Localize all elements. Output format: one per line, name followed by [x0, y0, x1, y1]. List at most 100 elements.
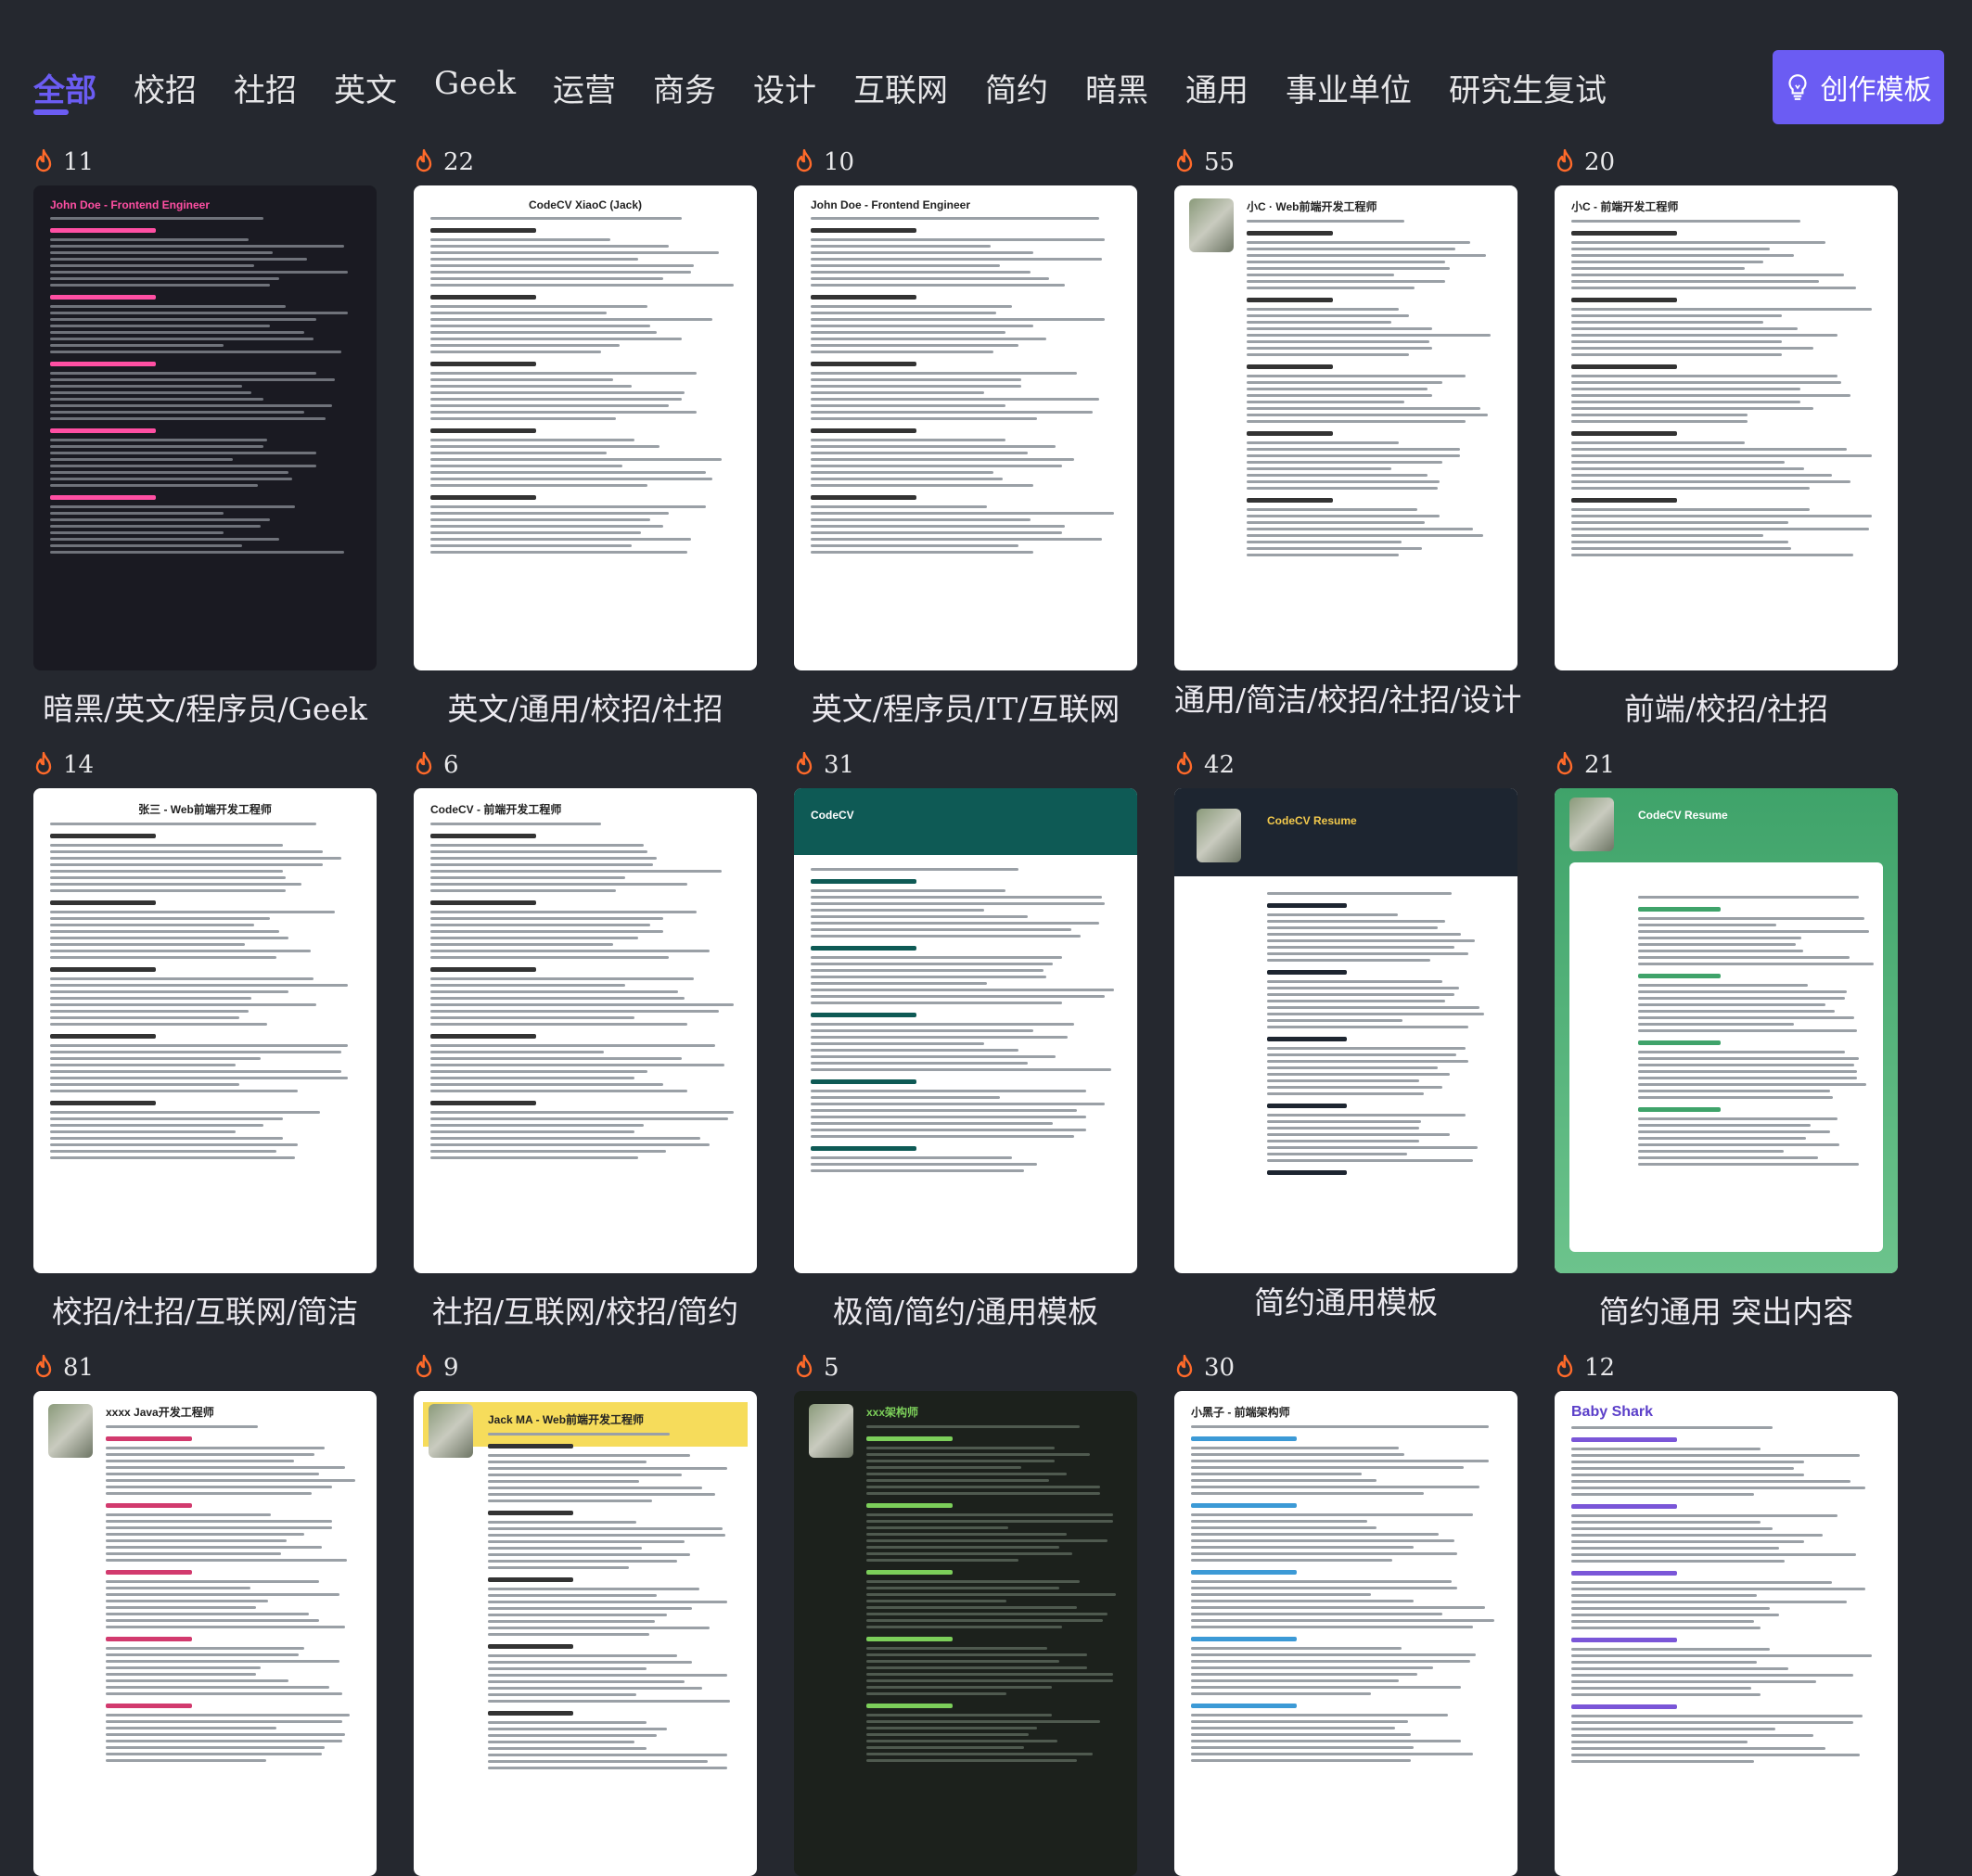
heat-count: 30 — [1204, 1354, 1236, 1382]
template-thumbnail[interactable]: John Doe - Frontend Engineer — [794, 185, 1137, 670]
template-thumbnail[interactable]: CodeCV Resume — [1174, 788, 1517, 1273]
template-card[interactable]: 9 Jack MA - Web前端开发工程师 — [414, 1354, 757, 1876]
template-thumbnail[interactable]: CodeCV — [794, 788, 1137, 1273]
tab-dark[interactable]: 暗黑 — [1085, 57, 1148, 115]
template-thumbnail[interactable]: CodeCV - 前端开发工程师 — [414, 788, 757, 1273]
template-card[interactable]: 20 小C - 前端开发工程师 前端/校招/社招 — [1555, 148, 1898, 733]
template-card[interactable]: 81 xxxx Java开发工程师 — [33, 1354, 377, 1876]
template-card[interactable]: 30 小黑子 - 前端架构师 — [1174, 1354, 1517, 1876]
heat-count: 81 — [63, 1354, 95, 1382]
template-card[interactable]: 21 CodeCV Resume 简约通用 突出内容 — [1555, 751, 1898, 1335]
template-tags-caption: 英文/程序员/IT/互联网 — [811, 691, 1120, 727]
tab-general[interactable]: 通用 — [1185, 57, 1249, 115]
heat-count: 21 — [1584, 751, 1616, 779]
flame-icon — [1556, 1355, 1573, 1378]
heat-count: 42 — [1204, 751, 1236, 779]
heat-count: 31 — [824, 751, 855, 779]
template-thumbnail[interactable]: xxxx Java开发工程师 — [33, 1391, 377, 1876]
heat-indicator: 30 — [1174, 1354, 1235, 1382]
lightbulb-icon — [1787, 74, 1807, 100]
thumbnail-title: CodeCV XiaoC (Jack) — [528, 198, 643, 211]
tab-all[interactable]: 全部 — [33, 57, 96, 115]
template-tags-caption: 社招/互联网/校招/简约 — [431, 1294, 739, 1330]
flame-icon — [796, 752, 813, 775]
heat-indicator: 9 — [414, 1354, 459, 1382]
create-template-button[interactable]: 创作模板 — [1773, 50, 1944, 124]
heat-indicator: 10 — [794, 148, 854, 176]
thumbnail-title: 小C - 前端开发工程师 — [1571, 200, 1679, 213]
template-thumbnail[interactable]: CodeCV Resume — [1555, 788, 1898, 1273]
heat-count: 12 — [1584, 1354, 1616, 1382]
heat-indicator: 42 — [1174, 751, 1235, 779]
heat-count: 10 — [824, 148, 855, 176]
heat-count: 5 — [824, 1354, 839, 1382]
template-tags-caption: 校招/社招/互联网/简洁 — [51, 1294, 359, 1330]
template-card[interactable]: 5 xxx架构师 — [794, 1354, 1137, 1876]
template-card[interactable]: 22 CodeCV XiaoC (Jack) 英文/通用/校招/社招 — [414, 148, 757, 733]
thumbnail-title: 张三 - Web前端开发工程师 — [138, 803, 272, 816]
template-tags-caption: 英文/通用/校招/社招 — [447, 691, 723, 727]
template-thumbnail[interactable]: 小黑子 - 前端架构师 — [1174, 1391, 1517, 1876]
thumbnail-title: CodeCV Resume — [1638, 809, 1728, 822]
template-thumbnail[interactable]: John Doe - Frontend Engineer — [33, 185, 377, 670]
template-thumbnail[interactable]: CodeCV XiaoC (Jack) — [414, 185, 757, 670]
tab-geek[interactable]: Geek — [434, 57, 516, 115]
flame-icon — [35, 149, 52, 172]
thumbnail-title: xxx架构师 — [866, 1406, 919, 1419]
thumbnail-title: John Doe - Frontend Engineer — [50, 198, 211, 211]
template-thumbnail[interactable]: xxx架构师 — [794, 1391, 1137, 1876]
flame-icon — [1556, 752, 1573, 775]
template-thumbnail[interactable]: Jack MA - Web前端开发工程师 — [414, 1391, 757, 1876]
template-card[interactable]: 31 CodeCV 极简/简约/通用模板 — [794, 751, 1137, 1335]
heat-indicator: 22 — [414, 148, 474, 176]
template-thumbnail[interactable]: Baby Shark — [1555, 1391, 1898, 1876]
flame-icon — [796, 1355, 813, 1378]
heat-count: 20 — [1584, 148, 1616, 176]
tab-internet[interactable]: 互联网 — [853, 57, 948, 115]
flame-icon — [35, 752, 52, 775]
tab-social[interactable]: 社招 — [234, 57, 297, 115]
template-thumbnail[interactable]: 张三 - Web前端开发工程师 — [33, 788, 377, 1273]
flame-icon — [1176, 1355, 1193, 1378]
heat-indicator: 5 — [794, 1354, 839, 1382]
tab-business[interactable]: 商务 — [653, 57, 716, 115]
heat-indicator: 11 — [33, 148, 94, 176]
heat-indicator: 81 — [33, 1354, 94, 1382]
template-card[interactable]: 10 John Doe - Frontend Engineer 英文/程序员/IT/… — [794, 148, 1137, 733]
flame-icon — [416, 149, 432, 172]
heat-indicator: 20 — [1555, 148, 1615, 176]
tab-minimal[interactable]: 简约 — [985, 57, 1048, 115]
flame-icon — [1176, 752, 1193, 775]
template-card[interactable]: 55 小C · Web前端开发工程师 通用/简洁/校招/社招/设计 — [1174, 148, 1521, 733]
flame-icon — [416, 1355, 432, 1378]
tab-operations[interactable]: 运营 — [553, 57, 616, 115]
tab-english[interactable]: 英文 — [334, 57, 397, 115]
template-thumbnail[interactable]: 小C - 前端开发工程师 — [1555, 185, 1898, 670]
template-card[interactable]: 6 CodeCV - 前端开发工程师社招/互联网/校招/简约 — [414, 751, 757, 1335]
tab-design[interactable]: 设计 — [753, 57, 816, 115]
heat-count: 14 — [63, 751, 95, 779]
template-card[interactable]: 14 张三 - Web前端开发工程师校招/社招/互联网/简洁 — [33, 751, 377, 1335]
thumbnail-title: Jack MA - Web前端开发工程师 — [488, 1413, 645, 1426]
heat-count: 55 — [1204, 148, 1236, 176]
tab-public-institution[interactable]: 事业单位 — [1286, 57, 1412, 115]
tab-postgrad-interview[interactable]: 研究生复试 — [1449, 57, 1607, 115]
template-card[interactable]: 12 Baby Shark — [1555, 1354, 1898, 1876]
category-tabs: 全部 校招 社招 英文 Geek 运营 商务 设计 互联网 简约 暗黑 通用 事… — [33, 57, 1644, 115]
flame-icon — [1556, 149, 1573, 172]
heat-indicator: 6 — [414, 751, 459, 779]
template-card[interactable]: 11 John Doe - Frontend Engineer 暗黑/英文/程序员/… — [33, 148, 377, 733]
template-thumbnail[interactable]: 小C · Web前端开发工程师 — [1174, 185, 1517, 670]
heat-indicator: 14 — [33, 751, 94, 779]
heat-indicator: 12 — [1555, 1354, 1615, 1382]
template-tags-caption: 暗黑/英文/程序员/Geek — [43, 691, 367, 727]
heat-indicator: 31 — [794, 751, 854, 779]
template-tags-caption: 极简/简约/通用模板 — [832, 1294, 1099, 1330]
template-card[interactable]: 42 CodeCV Resume 简约通用模板 — [1174, 751, 1517, 1335]
flame-icon — [35, 1355, 52, 1378]
template-tags-caption: 简约通用 突出内容 — [1598, 1294, 1854, 1330]
thumbnail-title: CodeCV — [811, 809, 854, 822]
tab-campus[interactable]: 校招 — [134, 57, 197, 115]
template-tags-caption: 简约通用模板 — [1254, 1284, 1438, 1321]
heat-count: 9 — [443, 1354, 459, 1382]
